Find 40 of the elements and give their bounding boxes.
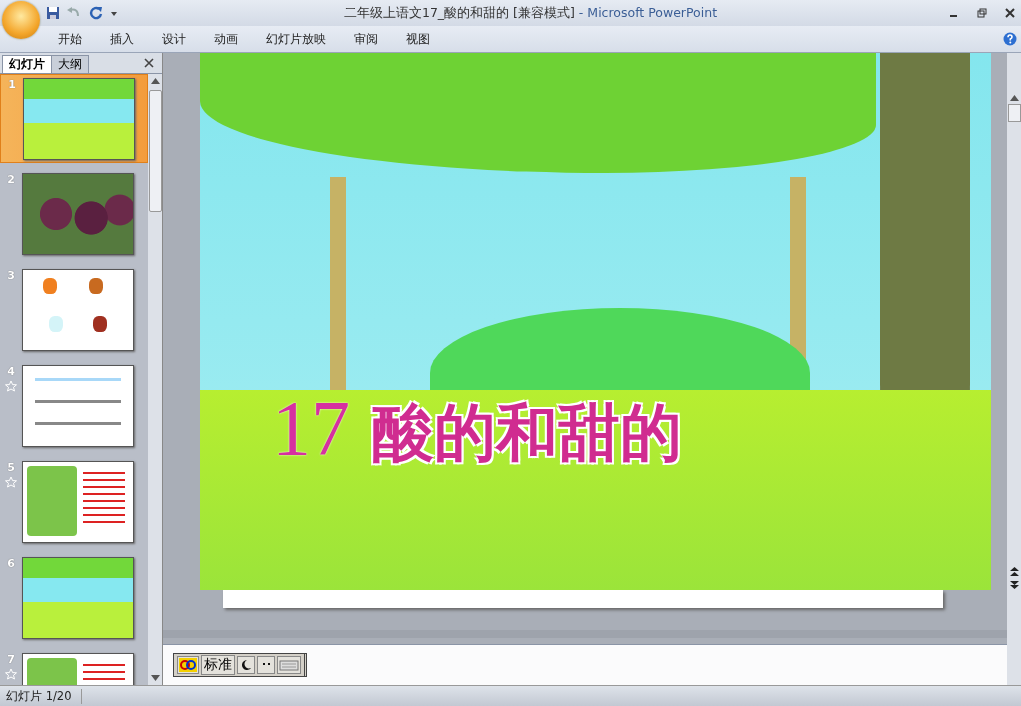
ribbon-tab[interactable]: 视图 [392, 30, 444, 48]
close-icon[interactable] [1005, 8, 1015, 18]
slide-number: 5 [7, 461, 15, 474]
restore-icon[interactable] [977, 8, 987, 18]
ribbon-tab[interactable]: 动画 [200, 30, 252, 48]
scrollbar-thumb[interactable] [148, 90, 162, 212]
dropdown-icon[interactable] [110, 9, 118, 17]
help-icon[interactable] [1003, 32, 1017, 46]
window-title: 二年级上语文17_酸的和甜的 [兼容模式] [343, 4, 575, 20]
save-icon[interactable] [46, 6, 60, 20]
slide-number: 3 [7, 269, 15, 282]
half-width-moon-icon[interactable] [237, 656, 255, 674]
slide-indicator: 幻灯片 1/20 [6, 688, 83, 704]
panel-tab[interactable]: 大纲 [51, 55, 89, 73]
next-slide-icon[interactable] [1009, 580, 1019, 590]
slide-number: 1 [8, 78, 16, 91]
scroll-down-icon[interactable] [150, 675, 160, 681]
ime-logo-icon[interactable] [177, 656, 199, 674]
input-mode-button[interactable]: 标准 [201, 655, 235, 675]
ribbon-tab[interactable]: 插入 [96, 30, 148, 48]
ribbon-tab[interactable]: 设计 [148, 30, 200, 48]
redo-icon[interactable] [88, 6, 104, 20]
slide-number: 7 [7, 653, 15, 666]
scroll-up-icon[interactable] [1009, 95, 1019, 101]
slide-title-number: 17 [272, 383, 350, 473]
slide-number: 2 [7, 173, 15, 186]
panel-tab[interactable]: 幻灯片 [2, 55, 52, 73]
scroll-up-icon[interactable] [150, 78, 160, 84]
notes-pane[interactable]: 标准 [163, 644, 1007, 685]
punctuation-icon[interactable] [257, 656, 275, 674]
scrollbar-thumb[interactable] [1007, 104, 1021, 122]
close-icon[interactable] [144, 58, 154, 68]
ribbon-tab[interactable]: 幻灯片放映 [252, 30, 340, 48]
ribbon-tab[interactable]: 审阅 [340, 30, 392, 48]
ribbon-tab[interactable]: 开始 [44, 30, 96, 48]
slide-number: 6 [7, 557, 15, 570]
previous-slide-icon[interactable] [1009, 567, 1019, 577]
slide-number: 4 [7, 365, 15, 378]
slide-title: 酸的和甜的 [372, 395, 682, 471]
app-name: - Microsoft PowerPoint [578, 4, 718, 20]
